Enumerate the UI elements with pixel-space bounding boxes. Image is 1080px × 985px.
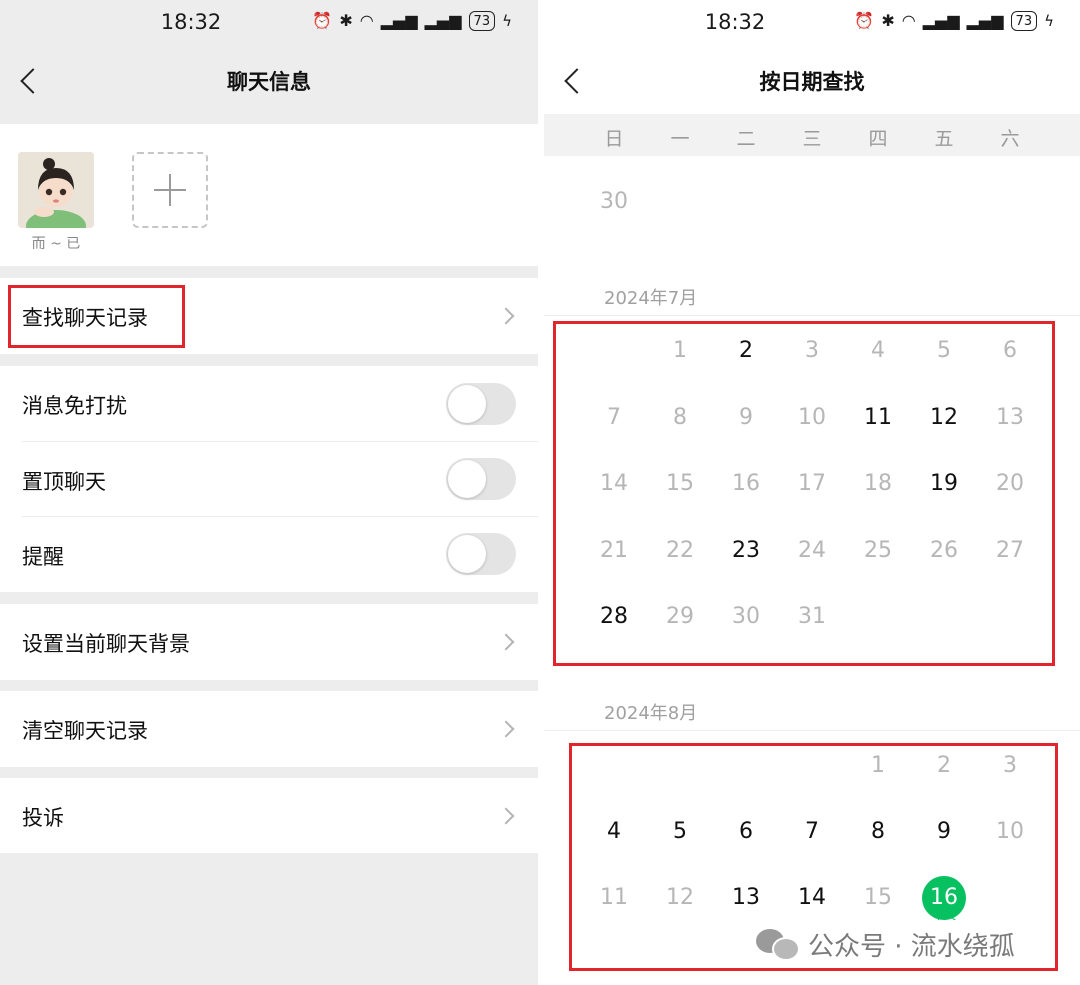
battery-indicator: 73 <box>468 11 496 31</box>
report-item[interactable]: 投诉 <box>0 778 538 853</box>
chevron-right-icon <box>497 307 515 325</box>
month-title-august: 2024年8月 <box>604 703 698 724</box>
signal-4g-icon-2: ▂▄▆ <box>966 11 1004 30</box>
pin-chat-label: 置顶聊天 <box>22 470 106 494</box>
clear-chat-history-label: 清空聊天记录 <box>22 719 148 743</box>
pin-chat-toggle[interactable] <box>446 458 516 500</box>
nav-bar: 聊天信息 <box>0 50 538 112</box>
chevron-right-icon <box>497 633 515 651</box>
status-icons: ⏰ ✱ ◠ ▂▄▆ ▂▄▆ 73 ϟ <box>854 11 1054 31</box>
wechat-icon <box>756 927 800 961</box>
battery-level: 73 <box>473 13 491 29</box>
weekday-label: 五 <box>934 128 954 150</box>
alarm-icon: ⏰ <box>312 11 333 30</box>
battery-indicator: 73 <box>1010 11 1038 31</box>
bluetooth-icon: ✱ <box>881 11 895 30</box>
weekday-header: 日 一 二 三 四 五 六 <box>544 114 1080 156</box>
weekday-label: 四 <box>868 128 888 150</box>
status-bar: 18:32 ⏰ ✱ ◠ ▂▄▆ ▂▄▆ 73 ϟ <box>0 0 538 48</box>
chevron-right-icon <box>497 720 515 738</box>
chat-background-label: 设置当前聊天背景 <box>22 632 190 656</box>
member-name: 而 ~ 已 <box>31 236 81 252</box>
clear-chat-history-item[interactable]: 清空聊天记录 <box>0 691 538 767</box>
bluetooth-icon: ✱ <box>339 11 353 30</box>
avatar[interactable] <box>18 152 94 228</box>
charging-icon: ϟ <box>1044 12 1054 30</box>
mute-notifications-label: 消息免打扰 <box>22 394 127 418</box>
page-title: 按日期查找 <box>759 70 865 94</box>
status-icons: ⏰ ✱ ◠ ▂▄▆ ▂▄▆ 73 ϟ <box>312 11 512 31</box>
watermark: 公众号 · 流水绕孤 <box>756 924 1015 964</box>
wifi-icon: ◠ <box>359 11 374 30</box>
remind-item: 提醒 <box>0 517 538 592</box>
charging-icon: ϟ <box>502 12 512 30</box>
nav-bar: 按日期查找 <box>544 50 1080 112</box>
remind-toggle[interactable] <box>446 533 516 575</box>
signal-4g-icon: ▂▄▆ <box>922 11 960 30</box>
highlight-box-july <box>553 321 1055 666</box>
search-by-date-screen: 18:32 ⏰ ✱ ◠ ▂▄▆ ▂▄▆ 73 ϟ 按日期查找 日 一 二 三 四… <box>544 0 1080 985</box>
weekday-label: 二 <box>736 128 756 150</box>
mute-notifications-item: 消息免打扰 <box>0 366 538 442</box>
watermark-text: 公众号 · 流水绕孤 <box>808 931 1015 962</box>
highlight-box-search <box>8 285 185 348</box>
month-divider <box>544 315 1080 316</box>
signal-4g-icon-2: ▂▄▆ <box>424 11 462 30</box>
weekday-label: 三 <box>802 128 822 150</box>
remind-label: 提醒 <box>22 545 64 569</box>
battery-level: 73 <box>1015 13 1033 29</box>
month-divider <box>544 730 1080 731</box>
calendar-day-prev[interactable]: 30 <box>581 188 647 216</box>
report-label: 投诉 <box>22 806 64 830</box>
status-bar: 18:32 ⏰ ✱ ◠ ▂▄▆ ▂▄▆ 73 ϟ <box>544 0 1080 48</box>
pin-chat-item: 置顶聊天 <box>0 442 538 517</box>
member-section: 而 ~ 已 <box>0 124 538 266</box>
weekday-label: 日 <box>604 128 624 150</box>
weekday-label: 一 <box>670 128 690 150</box>
signal-4g-icon: ▂▄▆ <box>380 11 418 30</box>
alarm-icon: ⏰ <box>854 11 875 30</box>
chevron-right-icon <box>497 807 515 825</box>
mute-notifications-toggle[interactable] <box>446 383 516 425</box>
month-title-july: 2024年7月 <box>604 288 698 309</box>
wifi-icon: ◠ <box>901 11 916 30</box>
avatar-image <box>18 152 94 228</box>
weekday-label: 六 <box>1000 128 1020 150</box>
chat-info-screen: 18:32 ⏰ ✱ ◠ ▂▄▆ ▂▄▆ 73 ϟ 聊天信息 而 ~ 已 查找聊天… <box>0 0 538 985</box>
chat-background-item[interactable]: 设置当前聊天背景 <box>0 604 538 680</box>
page-title: 聊天信息 <box>227 70 311 94</box>
add-member-button[interactable] <box>132 152 208 228</box>
